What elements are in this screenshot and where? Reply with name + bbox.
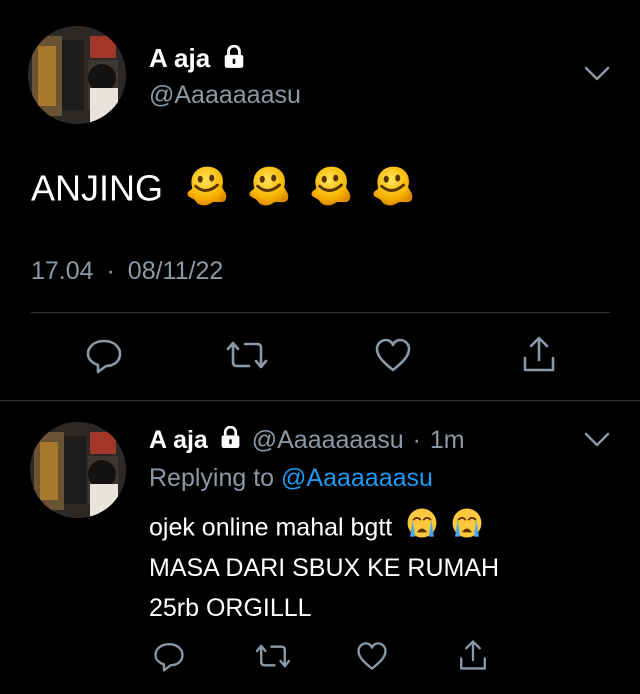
- reply-text: ojek online mahal bgtt: [149, 513, 393, 542]
- tweet-time[interactable]: 17.04: [31, 257, 94, 285]
- lock-icon: [220, 424, 241, 458]
- retweet-icon[interactable]: [254, 640, 292, 672]
- reply-handle[interactable]: @Aaaaaaasu: [252, 426, 404, 454]
- handle[interactable]: @Aaaaaaasu: [149, 80, 301, 110]
- reply-display-name[interactable]: A aja: [149, 426, 208, 454]
- like-icon[interactable]: [373, 336, 413, 374]
- timestamp: 17.04 · 08/11/22: [31, 255, 223, 287]
- melting-face-emoji: [369, 162, 415, 220]
- loudly-crying-face-emoji: [405, 506, 439, 552]
- replying-to: Replying to @Aaaaaaasu: [149, 462, 433, 494]
- replying-to-handle-link[interactable]: @Aaaaaaasu: [281, 464, 433, 492]
- replying-to-label: Replying to: [149, 464, 275, 492]
- retweet-icon[interactable]: [225, 336, 269, 374]
- melting-face-emoji: [307, 162, 353, 220]
- reply-icon[interactable]: [84, 336, 124, 374]
- divider: [31, 312, 610, 313]
- share-icon[interactable]: [520, 334, 558, 374]
- avatar[interactable]: [28, 26, 126, 124]
- chevron-down-icon[interactable]: [582, 64, 612, 84]
- melting-face-emoji: [245, 162, 291, 220]
- tweet-date[interactable]: 08/11/22: [128, 257, 223, 285]
- reply-icon[interactable]: [152, 640, 186, 672]
- separator-dot: ·: [412, 426, 421, 454]
- like-icon[interactable]: [355, 640, 389, 672]
- reply-avatar[interactable]: [30, 422, 126, 518]
- reply-text-line-1: ojek online mahal bgtt: [149, 506, 484, 546]
- lock-icon: [223, 42, 245, 78]
- display-name-row: A aja: [149, 40, 245, 76]
- tweet-text-content: ANJING: [31, 167, 164, 209]
- reply-text-line-2: MASA DARI SBUX KE RUMAH: [149, 554, 500, 582]
- tweet-text: ANJING: [31, 162, 415, 210]
- display-name[interactable]: A aja: [149, 43, 210, 73]
- reply-age[interactable]: 1m: [430, 426, 465, 454]
- reply-header: A aja @Aaaaaaasu · 1m: [149, 423, 465, 457]
- section-divider: [0, 400, 640, 401]
- loudly-crying-face-emoji: [450, 506, 484, 552]
- chevron-down-icon[interactable]: [582, 430, 612, 450]
- reply-text-line-3: 25rb ORGILLL: [149, 594, 312, 622]
- melting-face-emoji: [183, 162, 229, 220]
- share-icon[interactable]: [457, 638, 489, 672]
- separator-dot: ·: [106, 257, 115, 285]
